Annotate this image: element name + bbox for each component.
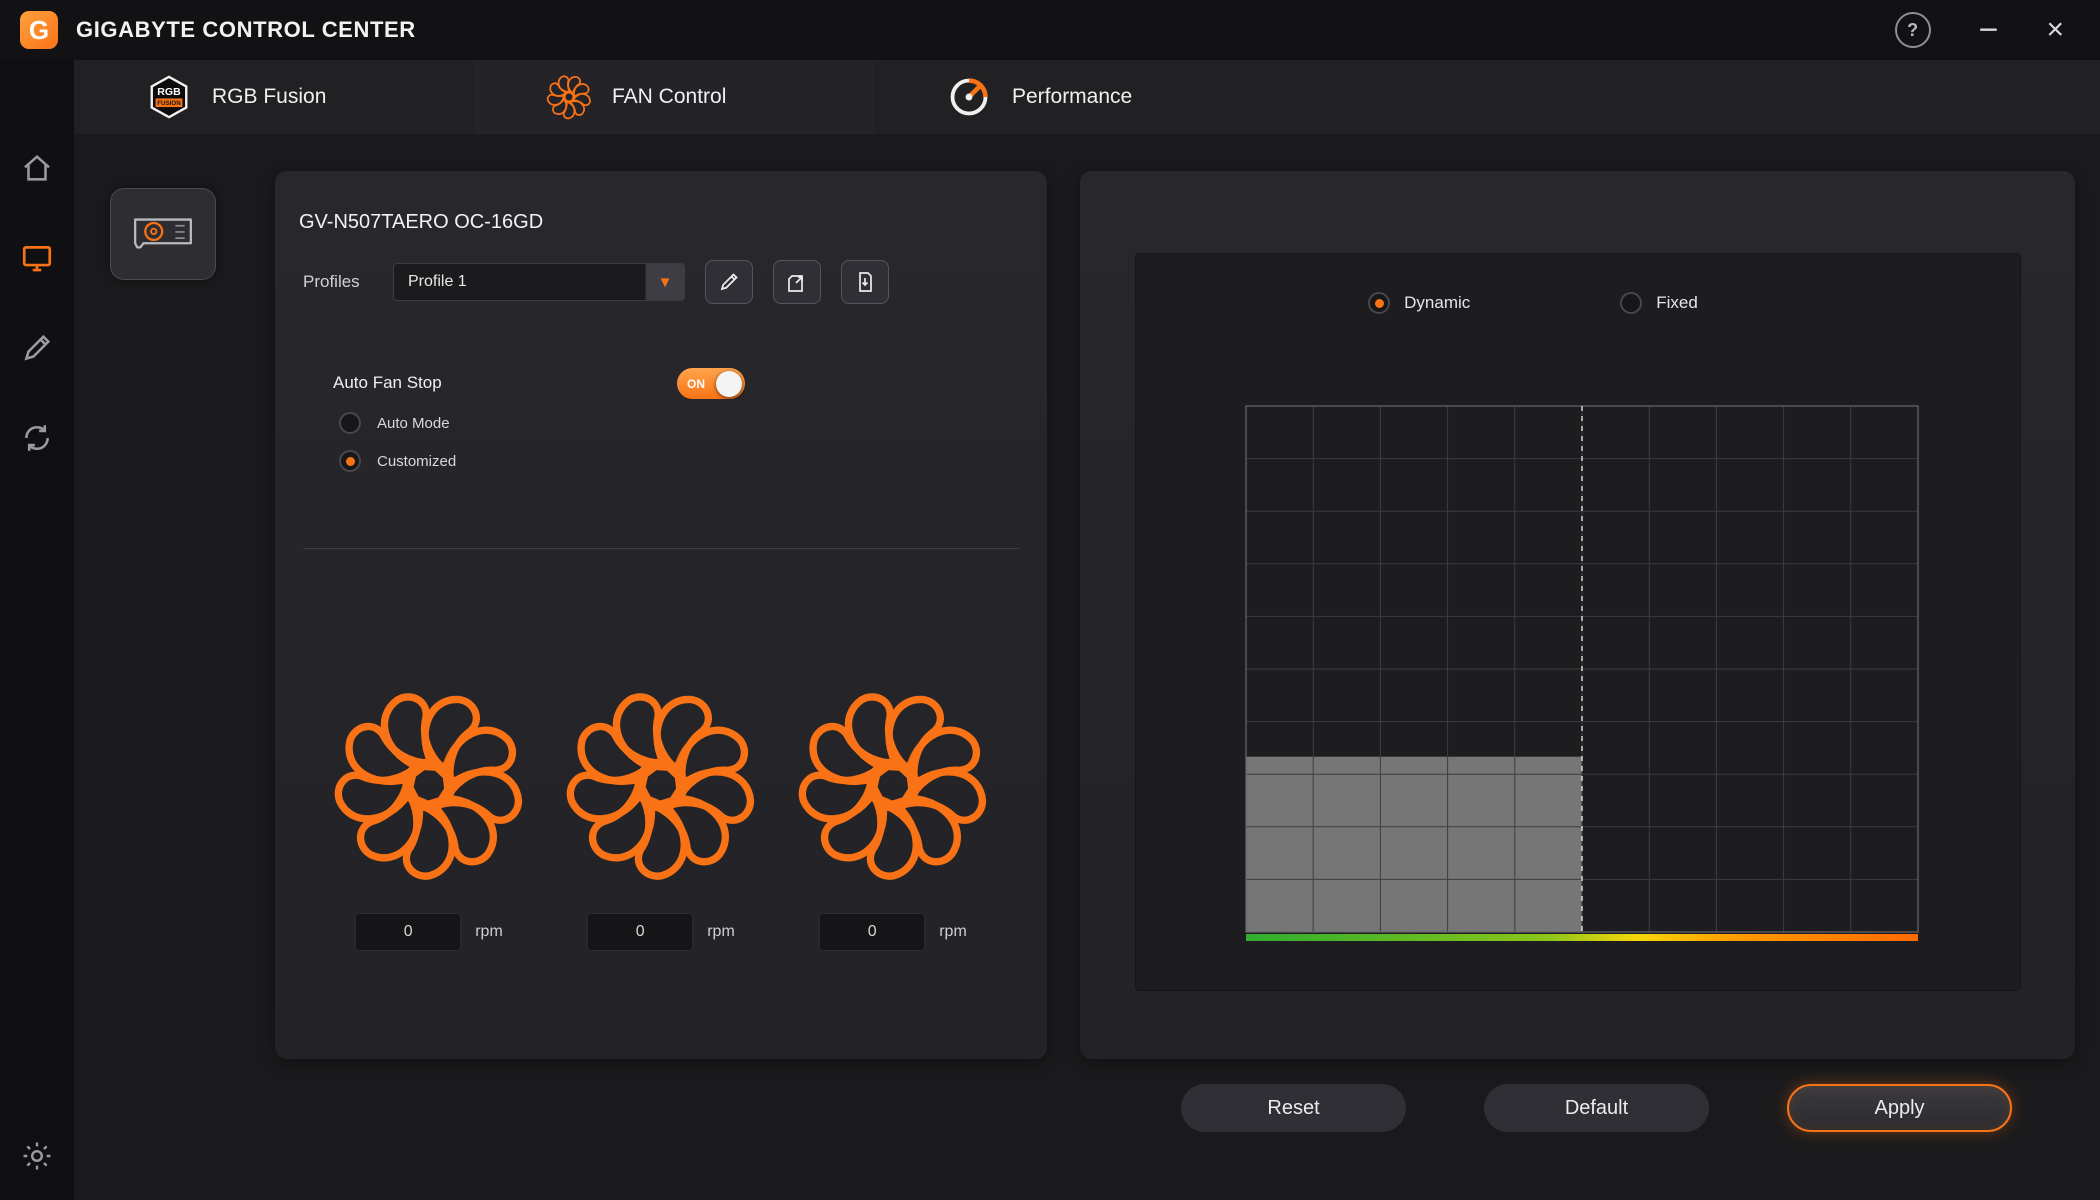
- svg-text:FUSION: FUSION: [157, 100, 181, 107]
- fan-curve-panel: Dynamic Fixed: [1080, 171, 2075, 1059]
- pencil-icon: [720, 273, 738, 291]
- fan-icon: [546, 74, 592, 120]
- profile-selected-value: Profile 1: [408, 273, 467, 290]
- profiles-row: Profiles Profile 1 ▼: [303, 260, 889, 304]
- action-buttons: Reset Default Apply: [1181, 1084, 2012, 1132]
- tab-fan-control[interactable]: FAN Control: [474, 60, 874, 134]
- temperature-gradient-bar: [1246, 934, 1918, 941]
- tab-rgb-fusion[interactable]: RGB FUSION RGB Fusion: [74, 60, 474, 134]
- settings-button[interactable]: [17, 1136, 57, 1176]
- minimize-icon[interactable]: −: [1979, 13, 1999, 47]
- profiles-label: Profiles: [303, 272, 360, 291]
- gear-icon: [23, 1142, 51, 1170]
- toggle-state-label: ON: [687, 377, 705, 391]
- import-profile-button[interactable]: [841, 260, 889, 304]
- fan-icon: [795, 687, 991, 883]
- radio-icon-selected: [1368, 292, 1391, 314]
- help-icon[interactable]: ?: [1894, 12, 1931, 48]
- divider: [303, 548, 1019, 549]
- profile-select[interactable]: Profile 1 ▼: [393, 263, 685, 301]
- legend-label: Fixed: [1656, 293, 1698, 312]
- dynamic-mode-radio[interactable]: Dynamic: [1368, 292, 1470, 314]
- customized-mode-radio[interactable]: Customized: [339, 450, 456, 472]
- radio-icon-selected: [339, 450, 361, 472]
- fan-block-3: 0 rpm: [790, 687, 996, 951]
- app-title: GIGABYTE CONTROL CENTER: [76, 17, 416, 42]
- mode-label: Customized: [377, 452, 457, 470]
- rgb-fusion-icon: RGB FUSION: [150, 75, 188, 119]
- reset-button[interactable]: Reset: [1181, 1084, 1406, 1132]
- zero-rpm-region: [1246, 756, 1582, 932]
- fan3-rpm-value[interactable]: 0: [819, 913, 926, 951]
- auto-fan-stop-toggle[interactable]: ON: [677, 368, 745, 399]
- mode-label: Auto Mode: [377, 414, 450, 432]
- rpm-unit-label: rpm: [939, 923, 967, 940]
- titlebar: G GIGABYTE CONTROL CENTER ? − ×: [0, 0, 2100, 60]
- gigabyte-control-center-window: G GIGABYTE CONTROL CENTER ? − × RGB FUSI…: [0, 0, 2100, 1200]
- curve-mode-legend: Dynamic Fixed: [1091, 292, 1975, 314]
- fan-block-1: 0 rpm: [326, 687, 532, 951]
- radio-icon: [1620, 292, 1643, 314]
- default-button[interactable]: Default: [1484, 1084, 1709, 1132]
- rpm-unit-label: rpm: [707, 923, 735, 940]
- gpu-card-icon: [134, 218, 192, 249]
- export-profile-button[interactable]: [773, 260, 821, 304]
- toggle-knob: [716, 370, 742, 397]
- home-icon: [24, 154, 50, 181]
- fan2-rpm-value[interactable]: 0: [587, 913, 694, 951]
- apply-button[interactable]: Apply: [1787, 1084, 2012, 1132]
- fixed-mode-radio[interactable]: Fixed: [1620, 292, 1698, 314]
- fan-settings-panel: GV-N507TAERO OC-16GD Profiles Profile 1 …: [275, 171, 1047, 1059]
- top-navbar: RGB FUSION RGB Fusion FAN Control Perfor…: [74, 60, 2100, 134]
- auto-mode-radio[interactable]: Auto Mode: [339, 412, 450, 434]
- device-name: GV-N507TAERO OC-16GD: [299, 211, 544, 233]
- import-profile-icon: [859, 272, 872, 292]
- legend-label: Dynamic: [1404, 293, 1471, 312]
- device-selector-gpu[interactable]: [110, 188, 216, 280]
- pen-tool-icon: [24, 334, 51, 361]
- svg-text:RGB: RGB: [157, 86, 181, 98]
- rpm-unit-label: rpm: [475, 923, 503, 940]
- fan-icon: [563, 687, 759, 883]
- edit-profile-button[interactable]: [705, 260, 753, 304]
- sidebar-home-button[interactable]: [17, 148, 57, 188]
- fan-curve-chart[interactable]: [1136, 344, 2022, 992]
- left-rail: [0, 60, 74, 1200]
- fan-icon: [331, 687, 527, 883]
- gigabyte-logo-icon: G: [20, 11, 58, 49]
- sidebar-sync-button[interactable]: [17, 418, 57, 458]
- chevron-down-icon[interactable]: ▼: [645, 264, 684, 300]
- tab-label: Performance: [1012, 85, 1133, 108]
- export-profile-icon: [788, 275, 803, 292]
- fan1-rpm-value[interactable]: 0: [355, 913, 462, 951]
- tab-label: FAN Control: [612, 85, 727, 108]
- sidebar-tools-button[interactable]: [17, 328, 57, 368]
- monitor-icon: [22, 246, 52, 272]
- sync-arrows-icon: [25, 425, 49, 451]
- fan-curve-chart-box: Dynamic Fixed: [1135, 253, 2021, 991]
- fan-block-2: 0 rpm: [558, 687, 764, 951]
- tab-label: RGB Fusion: [212, 85, 327, 108]
- close-icon[interactable]: ×: [2046, 15, 2064, 45]
- fan-indicators: 0 rpm 0 rpm 0 rpm: [275, 687, 1047, 951]
- tab-performance[interactable]: Performance: [874, 60, 1274, 134]
- auto-fan-stop-label: Auto Fan Stop: [333, 373, 442, 392]
- radio-icon: [339, 412, 361, 434]
- sidebar-devices-button[interactable]: [17, 238, 57, 278]
- window-controls: ? − ×: [1894, 12, 2080, 48]
- performance-gauge-icon: [950, 78, 988, 116]
